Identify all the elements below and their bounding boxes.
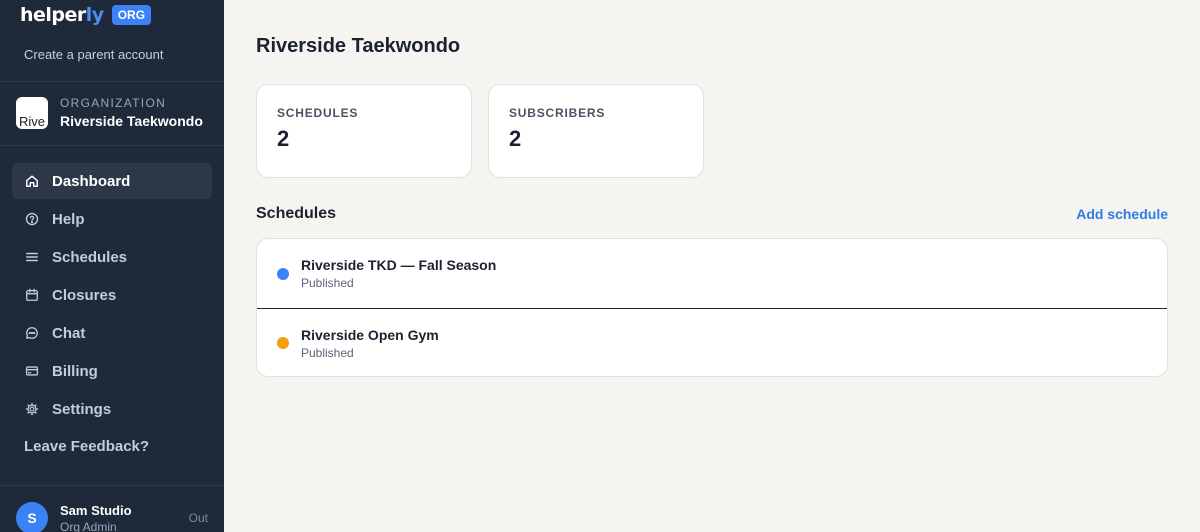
org-avatar-alt-text: Rive [18,113,45,129]
schedule-row[interactable]: Riverside TKD — Fall Season Published [257,239,1167,308]
calendar-icon [25,288,39,302]
user-profile[interactable]: S Sam Studio Org Admin Out [16,502,212,532]
sidebar-item-label: Schedules [52,248,128,266]
sidebar-item-label: Closures [52,286,117,304]
sidebar-divider [0,485,224,486]
sidebar-item-billing[interactable]: Billing [12,353,212,389]
org-label: ORGANIZATION [60,96,167,110]
logout-button[interactable]: Out [189,511,208,525]
user-role: Org Admin [60,519,117,532]
help-icon [25,212,39,226]
sidebar-item-label: Billing [52,362,98,380]
schedule-name: Riverside Open Gym [301,326,439,343]
leave-feedback-link[interactable]: Leave Feedback? [24,438,149,455]
sidebar-item-label: Settings [52,400,112,418]
sidebar-divider [0,81,224,82]
org-badge: ORG [111,5,152,25]
stat-label: SUBSCRIBERS [509,106,606,120]
sidebar-item-schedules[interactable]: Schedules [12,239,212,275]
home-icon [25,174,39,188]
brand-logo[interactable]: helperly [20,4,104,26]
stat-card-subscribers: SUBSCRIBERS 2 [488,84,704,178]
sidebar-item-settings[interactable]: Settings [12,391,212,427]
stat-value: 2 [509,126,522,151]
status-dot [277,337,289,349]
sidebar-item-label: Dashboard [52,172,131,190]
stat-label: SCHEDULES [277,106,359,120]
sidebar-item-help[interactable]: Help [12,201,212,237]
create-parent-account-link[interactable]: Create a parent account [24,47,163,62]
sidebar-item-chat[interactable]: Chat [12,315,212,351]
sidebar: helperly ORG Create a parent account Riv… [0,0,224,532]
schedule-status: Published [301,345,354,360]
schedule-row[interactable]: Riverside Open Gym Published [257,308,1167,376]
user-name: Sam Studio [60,502,132,518]
list-icon [25,250,39,264]
schedule-status: Published [301,276,354,290]
status-dot [277,267,289,280]
user-avatar: S [16,502,48,532]
org-switcher[interactable]: Rive ORGANIZATION Riverside Taekwondo [16,96,203,129]
org-avatar: Rive [16,96,48,129]
sidebar-divider [0,145,224,146]
brand-logo-accent: ly [85,4,104,26]
chat-icon [25,326,39,340]
sidebar-item-dashboard[interactable]: Dashboard [12,163,212,199]
brand[interactable]: helperly ORG [20,3,152,27]
org-name: Riverside Taekwondo [60,113,203,129]
schedule-list: Riverside TKD — Fall Season Published Ri… [256,238,1168,377]
schedule-name: Riverside TKD — Fall Season [301,257,497,273]
sidebar-item-label: Help [52,210,85,228]
stat-card-schedules: SCHEDULES 2 [256,84,472,178]
brand-logo-main: helper [20,4,86,26]
page-title: Riverside Taekwondo [256,35,461,57]
add-schedule-button[interactable]: Add schedule [1076,206,1168,222]
gear-icon [25,402,39,416]
sidebar-nav: Dashboard Help Schedules Closures Chat B… [12,163,212,429]
section-title: Schedules [256,205,337,222]
credit-card-icon [25,364,39,378]
sidebar-item-label: Chat [52,324,86,342]
stat-value: 2 [277,126,290,151]
sidebar-item-closures[interactable]: Closures [12,277,212,313]
